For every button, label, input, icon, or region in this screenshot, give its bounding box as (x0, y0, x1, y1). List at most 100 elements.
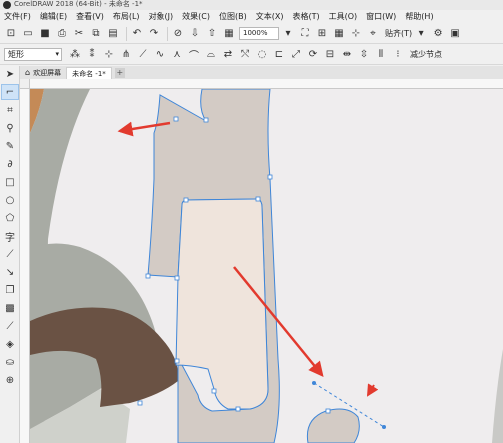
show-grid-icon[interactable]: ▦ (332, 27, 346, 41)
add-tab-button[interactable]: + (114, 68, 125, 78)
crop-tool-icon[interactable]: ⌗ (1, 102, 19, 118)
control-handle[interactable] (382, 425, 386, 429)
close-curve-icon[interactable]: ◌ (255, 48, 269, 62)
save-icon[interactable]: ■ (38, 27, 52, 41)
freehand-tool-icon[interactable]: ✎ (1, 138, 19, 154)
connector-tool-icon[interactable]: ↘ (1, 264, 19, 280)
cut-icon[interactable]: ✂ (72, 27, 86, 41)
polygon-tool-icon[interactable]: ⬠ (1, 210, 19, 226)
export-icon[interactable]: ⇧ (205, 27, 219, 41)
application-launcher-icon[interactable]: ▣ (448, 27, 462, 41)
options-gear-icon[interactable]: ⚙ (431, 27, 445, 41)
menu-text[interactable]: 文本(X) (256, 11, 284, 23)
node[interactable] (145, 273, 151, 279)
node[interactable] (211, 388, 217, 394)
right-gray-shape[interactable] (492, 349, 503, 443)
full-screen-icon[interactable]: ⛶ (298, 27, 312, 41)
color-eyedropper-icon[interactable]: ⟋ (1, 318, 19, 334)
copy-icon[interactable]: ⧉ (89, 27, 103, 41)
menu-file[interactable]: 文件(F) (4, 11, 31, 23)
show-guidelines-icon[interactable]: ⊹ (349, 27, 363, 41)
open-folder-icon[interactable]: ▭ (21, 27, 35, 41)
paste-icon[interactable]: ▤ (106, 27, 120, 41)
snap-to-dropdown[interactable]: 贴齐(T) (385, 28, 412, 39)
ellipse-tool-icon[interactable]: ○ (1, 192, 19, 208)
parallel-dimension-tool-icon[interactable]: ⟋ (1, 246, 19, 262)
mirror-horizontal-icon[interactable]: ⇹ (340, 48, 354, 62)
tab-welcome-screen[interactable]: ⌂ 欢迎屏幕 (20, 67, 67, 79)
node[interactable] (325, 408, 331, 414)
node[interactable] (267, 174, 273, 180)
to-curve-icon[interactable]: ∿ (153, 48, 167, 62)
delete-node-icon[interactable]: ⁑ (85, 48, 99, 62)
drawing-canvas[interactable] (30, 89, 503, 443)
horizontal-ruler[interactable] (30, 79, 503, 89)
rotate-nodes-icon[interactable]: ⟳ (306, 48, 320, 62)
node[interactable] (137, 400, 143, 406)
drop-shadow-tool-icon[interactable]: ❐ (1, 282, 19, 298)
snap-dropdown-chevron-icon[interactable]: ▾ (414, 27, 428, 41)
align-nodes-icon[interactable]: ⊟ (323, 48, 337, 62)
menu-table[interactable]: 表格(T) (292, 11, 319, 23)
select-all-nodes-icon[interactable]: ⁝ (391, 48, 405, 62)
search-content-icon[interactable]: ⊘ (171, 27, 185, 41)
menu-effects[interactable]: 效果(C) (182, 11, 210, 23)
interactive-fill-icon[interactable]: ◈ (1, 336, 19, 352)
node[interactable] (183, 197, 189, 203)
redo-icon[interactable]: ↷ (147, 27, 161, 41)
artistic-media-tool-icon[interactable]: ∂ (1, 156, 19, 172)
menu-object[interactable]: 对象(J) (149, 11, 174, 23)
zoom-tool-icon[interactable]: ⚲ (1, 120, 19, 136)
extract-subpath-icon[interactable]: ⊏ (272, 48, 286, 62)
text-tool-icon[interactable]: 字 (1, 228, 19, 244)
menu-window[interactable]: 窗口(W) (366, 11, 396, 23)
print-icon[interactable]: ⎙ (55, 27, 69, 41)
node[interactable] (174, 275, 180, 281)
smart-fill-icon[interactable]: ⛀ (1, 354, 19, 370)
shape-tool-icon[interactable]: ⌐ (1, 84, 19, 100)
stretch-nodes-icon[interactable]: ⤢ (289, 48, 303, 62)
undo-icon[interactable]: ↶ (130, 27, 144, 41)
show-rulers-icon[interactable]: ⊞ (315, 27, 329, 41)
pick-tool-icon[interactable]: ➤ (1, 66, 19, 82)
join-nodes-icon[interactable]: ⊹ (102, 48, 116, 62)
new-document-icon[interactable]: ⊡ (4, 27, 18, 41)
zoom-dropdown-chevron-icon[interactable]: ▾ (281, 27, 295, 41)
vertical-ruler[interactable] (20, 89, 30, 443)
tab-document[interactable]: 未命名 -1* (66, 67, 112, 79)
cusp-node-icon[interactable]: ⋏ (170, 48, 184, 62)
menu-view[interactable]: 查看(V) (76, 11, 104, 23)
reduce-nodes-button[interactable]: 减少节点 (410, 49, 442, 60)
small-taupe-shape[interactable] (306, 408, 360, 443)
to-line-icon[interactable]: ⟋ (136, 48, 150, 62)
extend-curve-icon[interactable]: ⤲ (238, 48, 252, 62)
snap-to-icon[interactable]: ⌖ (366, 27, 380, 41)
node[interactable] (173, 116, 179, 122)
node[interactable] (235, 406, 241, 412)
menu-layout[interactable]: 布局(L) (113, 11, 140, 23)
ruler-origin[interactable] (20, 79, 30, 89)
mirror-vertical-icon[interactable]: ⇳ (357, 48, 371, 62)
smooth-node-icon[interactable]: ⌒ (187, 48, 201, 62)
node[interactable] (174, 358, 180, 364)
menu-help[interactable]: 帮助(H) (405, 11, 433, 23)
node[interactable] (203, 117, 209, 123)
publish-pdf-icon[interactable]: ▦ (222, 27, 236, 41)
add-node-icon[interactable]: ⁂ (68, 48, 82, 62)
node[interactable] (255, 196, 261, 202)
reverse-direction-icon[interactable]: ⇄ (221, 48, 235, 62)
import-icon[interactable]: ⇩ (188, 27, 202, 41)
elastic-mode-icon[interactable]: ⦀ (374, 48, 388, 62)
menu-tools[interactable]: 工具(O) (329, 11, 358, 23)
menu-edit[interactable]: 编辑(E) (40, 11, 67, 23)
add-tool-icon[interactable]: ⊕ (1, 372, 19, 388)
zoom-level-input[interactable]: 1000% (239, 27, 279, 40)
rectangle-tool-icon[interactable]: □ (1, 174, 19, 190)
cream-shape[interactable] (175, 198, 269, 410)
selection-mode-dropdown[interactable]: 矩形 ▾ (4, 48, 62, 61)
symmetrical-node-icon[interactable]: ⌓ (204, 48, 218, 62)
transparency-tool-icon[interactable]: ▩ (1, 300, 19, 316)
menu-bitmaps[interactable]: 位图(B) (219, 11, 247, 23)
break-curve-icon[interactable]: ⋔ (119, 48, 133, 62)
control-handle[interactable] (312, 381, 316, 385)
